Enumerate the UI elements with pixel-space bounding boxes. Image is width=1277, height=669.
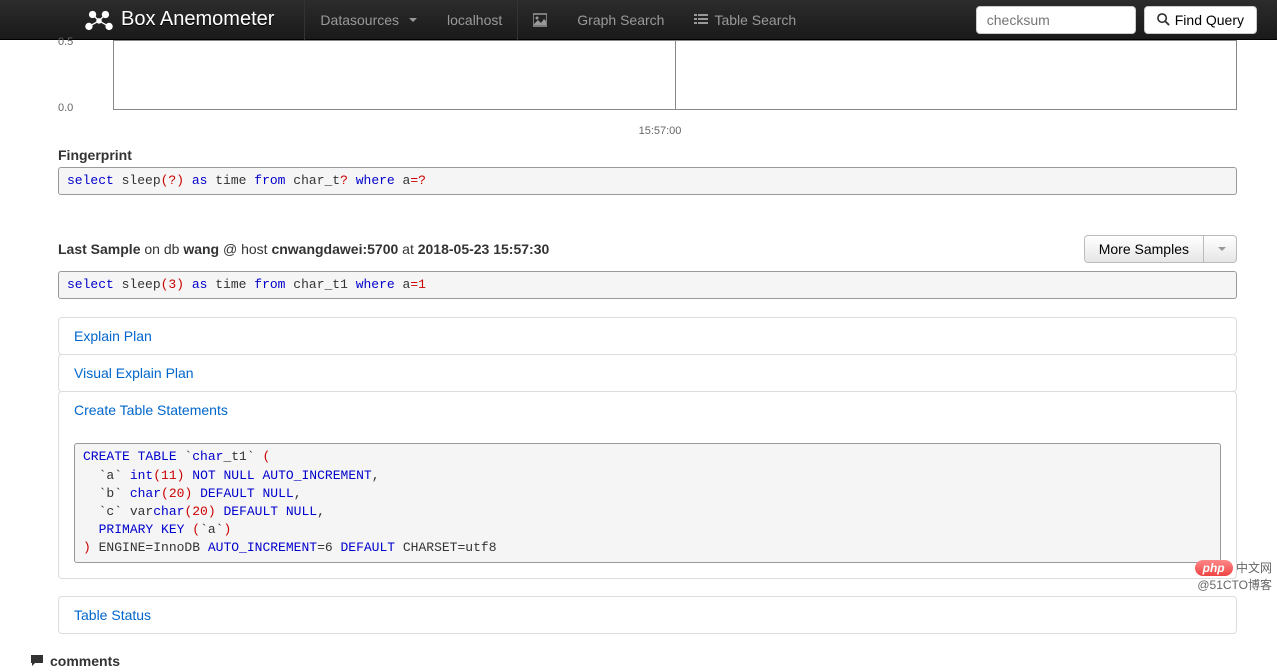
panel-table-status: Table Status bbox=[58, 596, 1237, 634]
panel-visual-explain: Visual Explain Plan bbox=[58, 354, 1237, 392]
y-tick: 0.5 bbox=[58, 36, 73, 48]
more-samples-button[interactable]: More Samples bbox=[1084, 235, 1204, 263]
sample-sql: select sleep(3) as time from char_t1 whe… bbox=[58, 271, 1237, 299]
panel-table-status-header[interactable]: Table Status bbox=[59, 597, 1236, 633]
brand-text: Box Anemometer bbox=[121, 8, 274, 31]
panel-create-table-body: CREATE TABLE `char_t1` ( `a` int(11) NOT… bbox=[59, 428, 1236, 577]
list-icon bbox=[694, 13, 708, 27]
panel-explain-header[interactable]: Explain Plan bbox=[59, 318, 1236, 354]
find-query-label: Find Query bbox=[1175, 12, 1244, 28]
watermark: php 中文网 @51CTO博客 bbox=[1195, 559, 1272, 593]
last-sample-text: Last Sample on db wang @ host cnwangdawe… bbox=[58, 241, 549, 257]
comments-section: comments bbox=[30, 653, 1237, 669]
nav-localhost-label: localhost bbox=[447, 12, 502, 28]
chart-gridline bbox=[675, 41, 676, 109]
chart-plot-area bbox=[113, 40, 1237, 110]
brand[interactable]: Box Anemometer bbox=[85, 8, 274, 31]
watermark-blog: @51CTO博客 bbox=[1197, 578, 1272, 592]
watermark-badge: php bbox=[1195, 560, 1233, 576]
chevron-down-icon bbox=[409, 18, 417, 22]
panel-visual-explain-header[interactable]: Visual Explain Plan bbox=[59, 355, 1236, 391]
nav-table-search-label: Table Search bbox=[714, 12, 796, 28]
y-tick: 0.0 bbox=[58, 102, 73, 114]
more-samples-group: More Samples bbox=[1084, 235, 1237, 263]
x-tick: 15:57:00 bbox=[83, 125, 1237, 137]
find-query-button[interactable]: Find Query bbox=[1144, 6, 1257, 34]
main-content: 0.5 0.0 15:57:00 Fingerprint select slee… bbox=[0, 40, 1257, 669]
search-icon bbox=[1157, 13, 1170, 26]
navbar-right: Find Query bbox=[976, 6, 1257, 34]
panel-create-table-header[interactable]: Create Table Statements bbox=[59, 392, 1236, 428]
nav-datasources-label: Datasources bbox=[320, 12, 399, 28]
fingerprint-label: Fingerprint bbox=[58, 147, 1237, 163]
top-navbar: Box Anemometer Datasources localhost Gra… bbox=[0, 0, 1277, 40]
more-samples-dropdown[interactable] bbox=[1204, 235, 1237, 263]
brand-logo-icon bbox=[85, 9, 113, 31]
comment-icon bbox=[30, 654, 44, 668]
nav-table-search[interactable]: Table Search bbox=[679, 0, 811, 40]
create-table-sql: CREATE TABLE `char_t1` ( `a` int(11) NOT… bbox=[74, 443, 1221, 562]
chevron-down-icon bbox=[1218, 247, 1226, 251]
checksum-search-input[interactable] bbox=[976, 6, 1136, 34]
comments-label: comments bbox=[50, 653, 120, 669]
fingerprint-sql: select sleep(?) as time from char_t? whe… bbox=[58, 167, 1237, 195]
nav-datasources[interactable]: Datasources bbox=[305, 0, 432, 40]
nav-image-icon-item[interactable] bbox=[518, 0, 562, 40]
panel-explain: Explain Plan bbox=[58, 317, 1237, 355]
chart: 0.5 0.0 bbox=[88, 40, 1237, 120]
picture-icon bbox=[533, 13, 547, 27]
last-sample-header: Last Sample on db wang @ host cnwangdawe… bbox=[58, 235, 1237, 263]
nav-graph-search-label: Graph Search bbox=[577, 12, 664, 28]
panel-create-table: Create Table Statements CREATE TABLE `ch… bbox=[58, 391, 1237, 578]
nav-graph-search[interactable]: Graph Search bbox=[562, 0, 679, 40]
nav-localhost[interactable]: localhost bbox=[432, 0, 517, 40]
panel-group: Explain Plan Visual Explain Plan Create … bbox=[58, 317, 1237, 633]
watermark-cn: 中文网 bbox=[1236, 561, 1272, 575]
